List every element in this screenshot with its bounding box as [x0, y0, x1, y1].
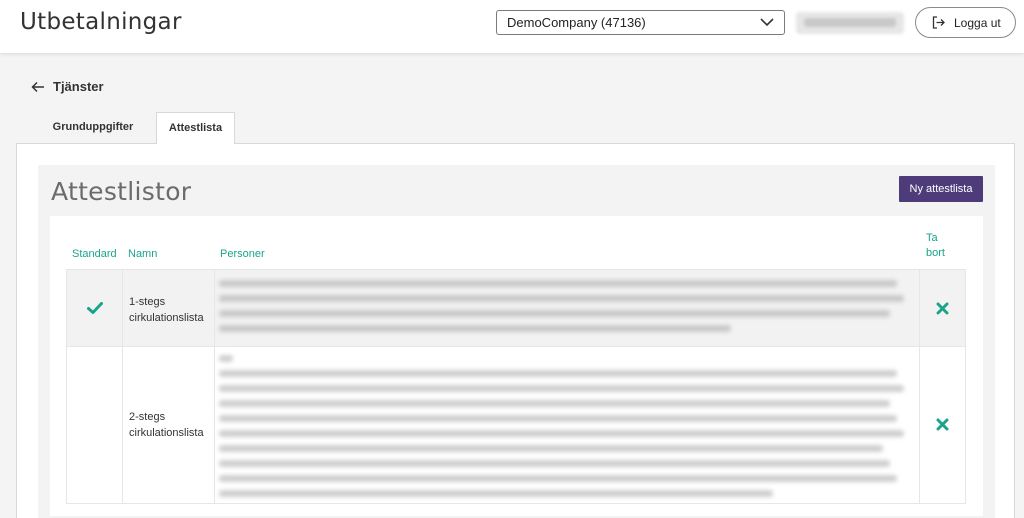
user-name-redacted [796, 12, 904, 34]
company-select-value: DemoCompany (47136) [507, 15, 646, 30]
row-name: 2-stegs cirkulationslista [129, 409, 204, 441]
table-row[interactable]: 1-stegs cirkulationslista [66, 269, 966, 347]
delete-cell [920, 347, 965, 503]
logout-button[interactable]: Logga ut [915, 7, 1016, 38]
standard-cell [67, 270, 123, 346]
row-name-line2: cirkulationslista [129, 312, 204, 324]
logout-icon [932, 16, 945, 29]
row-name-line2: cirkulationslista [129, 427, 204, 439]
check-icon [87, 302, 103, 314]
chevron-down-icon [760, 18, 774, 27]
tab-grunduppgifter[interactable]: Grunduppgifter [40, 112, 146, 144]
row-name-line1: 2-stegs [129, 411, 166, 423]
top-bar: Utbetalningar DemoCompany (47136) Logga … [0, 0, 1024, 53]
tab-attestlista[interactable]: Attestlista [156, 112, 235, 144]
arrow-left-icon [31, 81, 44, 93]
tab-panel: Attestlistor Ny attestlista Standard Nam… [16, 143, 1015, 518]
column-header-ta-bort: Ta bort [926, 232, 945, 259]
x-icon[interactable] [936, 418, 949, 431]
row-name: 1-stegs cirkulationslista [129, 294, 204, 326]
persons-cell-redacted [215, 347, 920, 503]
persons-cell-redacted [215, 270, 920, 346]
page-title: Attestlistor [51, 177, 192, 206]
attestlistor-table: Standard Namn Personer Ta bort 1-stegs c… [50, 216, 983, 516]
logout-label: Logga ut [954, 16, 1001, 30]
column-header-namn: Namn [128, 248, 158, 260]
column-header-standard: Standard [72, 248, 117, 260]
attestlistor-section: Attestlistor Ny attestlista Standard Nam… [38, 165, 995, 518]
delete-cell [920, 270, 965, 346]
column-header-personer: Personer [220, 248, 265, 260]
x-icon[interactable] [936, 302, 949, 315]
name-cell: 1-stegs cirkulationslista [123, 270, 215, 346]
app-title: Utbetalningar [20, 9, 182, 35]
company-select[interactable]: DemoCompany (47136) [496, 10, 785, 35]
back-link-label: Tjänster [53, 79, 104, 94]
name-cell: 2-stegs cirkulationslista [123, 347, 215, 503]
table-row[interactable]: 2-stegs cirkulationslista [66, 347, 966, 504]
row-name-line1: 1-stegs [129, 296, 166, 308]
new-attestlista-button[interactable]: Ny attestlista [899, 176, 983, 202]
standard-cell [67, 347, 123, 503]
